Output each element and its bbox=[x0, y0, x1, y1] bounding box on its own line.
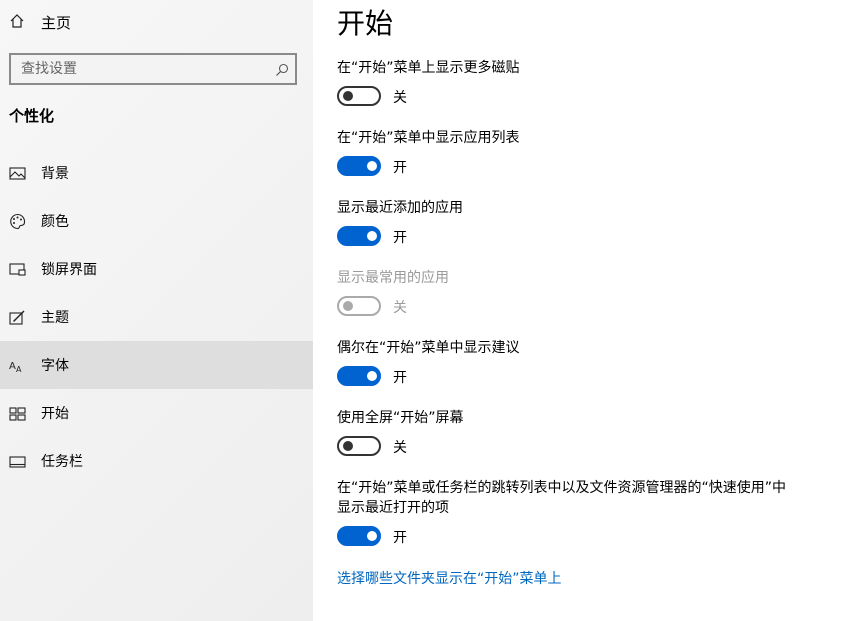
toggle-switch[interactable] bbox=[337, 226, 381, 246]
font-icon: AA bbox=[9, 357, 26, 374]
sidebar-item-lockscreen[interactable]: 锁屏界面 bbox=[0, 245, 313, 293]
setting-app-list: 在“开始”菜单中显示应用列表 开 bbox=[337, 128, 807, 178]
setting-title: 偶尔在“开始”菜单中显示建议 bbox=[337, 340, 520, 356]
lockscreen-icon bbox=[9, 261, 26, 278]
setting-title: 使用全屏“开始”屏幕 bbox=[337, 410, 464, 426]
toggle-row: 开 bbox=[337, 226, 807, 248]
toggle-state-label: 关 bbox=[393, 90, 407, 106]
toggle-state-label: 关 bbox=[393, 300, 407, 316]
toggle-switch[interactable] bbox=[337, 156, 381, 176]
start-tiles-icon bbox=[9, 405, 26, 422]
setting-more-tiles: 在“开始”菜单上显示更多磁贴 关 bbox=[337, 58, 807, 108]
sidebar: 主页 个性化 背景 颜色 锁屏界面 bbox=[0, 0, 313, 621]
home-label: 主页 bbox=[41, 14, 72, 32]
toggle-switch[interactable] bbox=[337, 366, 381, 386]
search-box[interactable] bbox=[9, 53, 297, 85]
setting-recently-added: 显示最近添加的应用 开 bbox=[337, 198, 807, 248]
sidebar-item-label: 开始 bbox=[41, 406, 69, 422]
sidebar-item-background[interactable]: 背景 bbox=[0, 149, 313, 197]
toggle-state-label: 关 bbox=[393, 440, 407, 456]
toggle-row: 开 bbox=[337, 366, 807, 388]
toggle-row: 关 bbox=[337, 296, 807, 318]
toggle-switch[interactable] bbox=[337, 526, 381, 546]
sidebar-item-label: 背景 bbox=[41, 166, 69, 182]
toggle-switch[interactable] bbox=[337, 436, 381, 456]
toggle-knob bbox=[367, 371, 377, 381]
settings-window: 主页 个性化 背景 颜色 锁屏界面 bbox=[0, 0, 856, 621]
toggle-row: 开 bbox=[337, 526, 787, 548]
toggle-knob bbox=[367, 531, 377, 541]
toggle-knob bbox=[367, 161, 377, 171]
setting-title: 显示最常用的应用 bbox=[337, 270, 449, 286]
sidebar-item-label: 颜色 bbox=[41, 214, 69, 230]
toggle-knob bbox=[367, 231, 377, 241]
theme-brush-icon bbox=[9, 309, 26, 326]
toggle-row: 关 bbox=[337, 436, 807, 458]
toggle-state-label: 开 bbox=[393, 530, 407, 546]
search-input[interactable] bbox=[11, 55, 295, 83]
toggle-knob bbox=[343, 301, 353, 311]
sidebar-item-label: 任务栏 bbox=[41, 454, 83, 470]
toggle-row: 关 bbox=[337, 86, 807, 108]
toggle-switch[interactable] bbox=[337, 86, 381, 106]
setting-title: 在“开始”菜单或任务栏的跳转列表中以及文件资源管理器的“快速使用”中显示最近打开… bbox=[337, 480, 787, 516]
palette-icon bbox=[9, 213, 26, 230]
sidebar-item-label: 锁屏界面 bbox=[41, 262, 97, 278]
sidebar-item-label: 主题 bbox=[41, 310, 69, 326]
toggle-state-label: 开 bbox=[393, 370, 407, 386]
sidebar-item-taskbar[interactable]: 任务栏 bbox=[0, 437, 313, 485]
sidebar-item-start[interactable]: 开始 bbox=[0, 389, 313, 437]
setting-fullscreen-start: 使用全屏“开始”屏幕 关 bbox=[337, 408, 807, 458]
setting-title: 在“开始”菜单上显示更多磁贴 bbox=[337, 60, 520, 76]
svg-text:A: A bbox=[9, 361, 16, 372]
toggle-state-label: 开 bbox=[393, 230, 407, 246]
sidebar-item-themes[interactable]: 主题 bbox=[0, 293, 313, 341]
setting-title: 在“开始”菜单中显示应用列表 bbox=[337, 130, 520, 146]
setting-title: 显示最近添加的应用 bbox=[337, 200, 463, 216]
toggle-knob bbox=[343, 91, 353, 101]
home-icon bbox=[9, 13, 25, 29]
picture-icon bbox=[9, 165, 26, 182]
page-title: 开始 bbox=[337, 7, 394, 40]
toggle-state-label: 开 bbox=[393, 160, 407, 176]
setting-most-used: 显示最常用的应用 关 bbox=[337, 268, 807, 318]
section-title: 个性化 bbox=[9, 107, 55, 125]
main-panel: 开始 在“开始”菜单上显示更多磁贴 关 在“开始”菜单中显示应用列表 开 显示最… bbox=[313, 0, 856, 621]
sidebar-item-label: 字体 bbox=[41, 358, 69, 374]
taskbar-icon bbox=[9, 453, 26, 470]
sidebar-item-colors[interactable]: 颜色 bbox=[0, 197, 313, 245]
choose-folders-link[interactable]: 选择哪些文件夹显示在“开始”菜单上 bbox=[337, 568, 562, 588]
home-nav-item[interactable]: 主页 bbox=[0, 0, 313, 44]
toggle-knob bbox=[343, 441, 353, 451]
sidebar-item-fonts[interactable]: AA 字体 bbox=[0, 341, 313, 389]
toggle-row: 开 bbox=[337, 156, 807, 178]
toggle-switch bbox=[337, 296, 381, 316]
svg-text:A: A bbox=[16, 365, 22, 374]
search-icon[interactable] bbox=[275, 62, 289, 76]
setting-suggestions: 偶尔在“开始”菜单中显示建议 开 bbox=[337, 338, 807, 388]
setting-recent-items: 在“开始”菜单或任务栏的跳转列表中以及文件资源管理器的“快速使用”中显示最近打开… bbox=[337, 478, 787, 548]
